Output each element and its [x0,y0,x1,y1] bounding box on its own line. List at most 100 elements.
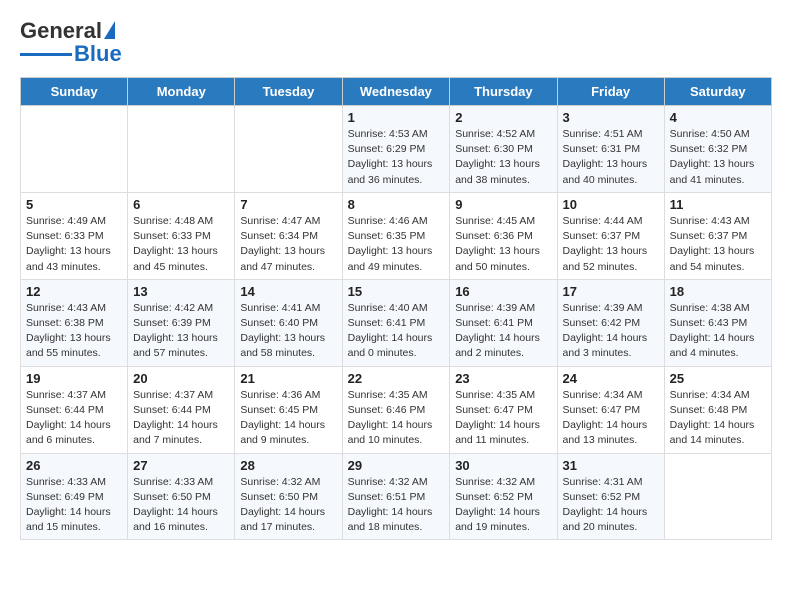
logo: General Blue [20,20,122,67]
calendar-cell: 3 Sunrise: 4:51 AMSunset: 6:31 PMDaylight… [557,106,664,193]
calendar-cell [664,453,771,540]
day-number: 11 [670,197,766,212]
day-number: 25 [670,371,766,386]
day-info: Sunrise: 4:34 AMSunset: 6:48 PMDaylight:… [670,388,766,449]
day-info: Sunrise: 4:31 AMSunset: 6:52 PMDaylight:… [563,475,659,536]
day-number: 14 [240,284,336,299]
day-info: Sunrise: 4:34 AMSunset: 6:47 PMDaylight:… [563,388,659,449]
day-number: 22 [348,371,445,386]
day-number: 20 [133,371,229,386]
calendar-cell: 18 Sunrise: 4:38 AMSunset: 6:43 PMDayligh… [664,279,771,366]
day-info: Sunrise: 4:35 AMSunset: 6:47 PMDaylight:… [455,388,551,449]
day-number: 9 [455,197,551,212]
calendar-header-row: SundayMondayTuesdayWednesdayThursdayFrid… [21,78,772,106]
day-number: 30 [455,458,551,473]
calendar-cell [235,106,342,193]
day-number: 4 [670,110,766,125]
day-number: 18 [670,284,766,299]
calendar-week-5: 26 Sunrise: 4:33 AMSunset: 6:49 PMDayligh… [21,453,772,540]
day-info: Sunrise: 4:50 AMSunset: 6:32 PMDaylight:… [670,127,766,188]
day-info: Sunrise: 4:48 AMSunset: 6:33 PMDaylight:… [133,214,229,275]
day-info: Sunrise: 4:49 AMSunset: 6:33 PMDaylight:… [26,214,122,275]
day-info: Sunrise: 4:32 AMSunset: 6:52 PMDaylight:… [455,475,551,536]
day-number: 8 [348,197,445,212]
col-header-saturday: Saturday [664,78,771,106]
page-header: General Blue [20,20,772,67]
day-number: 12 [26,284,122,299]
day-info: Sunrise: 4:43 AMSunset: 6:38 PMDaylight:… [26,301,122,362]
day-info: Sunrise: 4:33 AMSunset: 6:50 PMDaylight:… [133,475,229,536]
calendar-cell: 28Sunrise: 4:32 AMSunset: 6:50 PMDayligh… [235,453,342,540]
calendar-cell: 1 Sunrise: 4:53 AMSunset: 6:29 PMDaylight… [342,106,450,193]
day-number: 29 [348,458,445,473]
col-header-wednesday: Wednesday [342,78,450,106]
col-header-sunday: Sunday [21,78,128,106]
calendar-cell: 6 Sunrise: 4:48 AMSunset: 6:33 PMDaylight… [128,192,235,279]
calendar-cell: 25 Sunrise: 4:34 AMSunset: 6:48 PMDayligh… [664,366,771,453]
day-number: 26 [26,458,122,473]
day-info: Sunrise: 4:39 AMSunset: 6:42 PMDaylight:… [563,301,659,362]
calendar-cell: 27 Sunrise: 4:33 AMSunset: 6:50 PMDayligh… [128,453,235,540]
day-number: 10 [563,197,659,212]
day-number: 27 [133,458,229,473]
day-info: Sunrise: 4:47 AMSunset: 6:34 PMDaylight:… [240,214,336,275]
day-info: Sunrise: 4:44 AMSunset: 6:37 PMDaylight:… [563,214,659,275]
calendar-cell: 21Sunrise: 4:36 AMSunset: 6:45 PMDayligh… [235,366,342,453]
calendar-cell: 14Sunrise: 4:41 AMSunset: 6:40 PMDayligh… [235,279,342,366]
calendar-cell: 30 Sunrise: 4:32 AMSunset: 6:52 PMDayligh… [450,453,557,540]
calendar-week-3: 12 Sunrise: 4:43 AMSunset: 6:38 PMDayligh… [21,279,772,366]
day-info: Sunrise: 4:36 AMSunset: 6:45 PMDaylight:… [240,388,336,449]
day-info: Sunrise: 4:38 AMSunset: 6:43 PMDaylight:… [670,301,766,362]
col-header-thursday: Thursday [450,78,557,106]
day-number: 28 [240,458,336,473]
logo-underline [20,53,72,56]
day-info: Sunrise: 4:37 AMSunset: 6:44 PMDaylight:… [133,388,229,449]
calendar-cell: 12 Sunrise: 4:43 AMSunset: 6:38 PMDayligh… [21,279,128,366]
logo-triangle-icon [104,21,115,39]
day-info: Sunrise: 4:39 AMSunset: 6:41 PMDaylight:… [455,301,551,362]
day-info: Sunrise: 4:43 AMSunset: 6:37 PMDaylight:… [670,214,766,275]
day-info: Sunrise: 4:42 AMSunset: 6:39 PMDaylight:… [133,301,229,362]
calendar-cell: 16Sunrise: 4:39 AMSunset: 6:41 PMDayligh… [450,279,557,366]
calendar-cell: 29 Sunrise: 4:32 AMSunset: 6:51 PMDayligh… [342,453,450,540]
calendar-cell: 20 Sunrise: 4:37 AMSunset: 6:44 PMDayligh… [128,366,235,453]
calendar-week-1: 1 Sunrise: 4:53 AMSunset: 6:29 PMDaylight… [21,106,772,193]
day-info: Sunrise: 4:33 AMSunset: 6:49 PMDaylight:… [26,475,122,536]
col-header-tuesday: Tuesday [235,78,342,106]
calendar-table: SundayMondayTuesdayWednesdayThursdayFrid… [20,77,772,540]
calendar-cell: 4 Sunrise: 4:50 AMSunset: 6:32 PMDaylight… [664,106,771,193]
calendar-cell: 10 Sunrise: 4:44 AMSunset: 6:37 PMDayligh… [557,192,664,279]
calendar-week-4: 19Sunrise: 4:37 AMSunset: 6:44 PMDayligh… [21,366,772,453]
calendar-cell: 15 Sunrise: 4:40 AMSunset: 6:41 PMDayligh… [342,279,450,366]
calendar-cell: 23Sunrise: 4:35 AMSunset: 6:47 PMDayligh… [450,366,557,453]
calendar-week-2: 5 Sunrise: 4:49 AMSunset: 6:33 PMDaylight… [21,192,772,279]
day-info: Sunrise: 4:45 AMSunset: 6:36 PMDaylight:… [455,214,551,275]
day-number: 1 [348,110,445,125]
day-number: 3 [563,110,659,125]
day-number: 13 [133,284,229,299]
day-number: 5 [26,197,122,212]
day-info: Sunrise: 4:37 AMSunset: 6:44 PMDaylight:… [26,388,122,449]
calendar-cell [128,106,235,193]
calendar-cell: 26 Sunrise: 4:33 AMSunset: 6:49 PMDayligh… [21,453,128,540]
calendar-cell: 31Sunrise: 4:31 AMSunset: 6:52 PMDayligh… [557,453,664,540]
day-number: 6 [133,197,229,212]
day-info: Sunrise: 4:40 AMSunset: 6:41 PMDaylight:… [348,301,445,362]
calendar-cell: 17 Sunrise: 4:39 AMSunset: 6:42 PMDayligh… [557,279,664,366]
calendar-cell: 5 Sunrise: 4:49 AMSunset: 6:33 PMDaylight… [21,192,128,279]
day-number: 15 [348,284,445,299]
day-info: Sunrise: 4:32 AMSunset: 6:51 PMDaylight:… [348,475,445,536]
col-header-monday: Monday [128,78,235,106]
day-number: 7 [240,197,336,212]
calendar-cell: 22 Sunrise: 4:35 AMSunset: 6:46 PMDayligh… [342,366,450,453]
col-header-friday: Friday [557,78,664,106]
calendar-cell: 11 Sunrise: 4:43 AMSunset: 6:37 PMDayligh… [664,192,771,279]
calendar-cell: 24Sunrise: 4:34 AMSunset: 6:47 PMDayligh… [557,366,664,453]
day-info: Sunrise: 4:51 AMSunset: 6:31 PMDaylight:… [563,127,659,188]
day-info: Sunrise: 4:53 AMSunset: 6:29 PMDaylight:… [348,127,445,188]
day-info: Sunrise: 4:46 AMSunset: 6:35 PMDaylight:… [348,214,445,275]
day-info: Sunrise: 4:35 AMSunset: 6:46 PMDaylight:… [348,388,445,449]
calendar-cell: 13 Sunrise: 4:42 AMSunset: 6:39 PMDayligh… [128,279,235,366]
calendar-cell: 2Sunrise: 4:52 AMSunset: 6:30 PMDaylight… [450,106,557,193]
day-number: 17 [563,284,659,299]
